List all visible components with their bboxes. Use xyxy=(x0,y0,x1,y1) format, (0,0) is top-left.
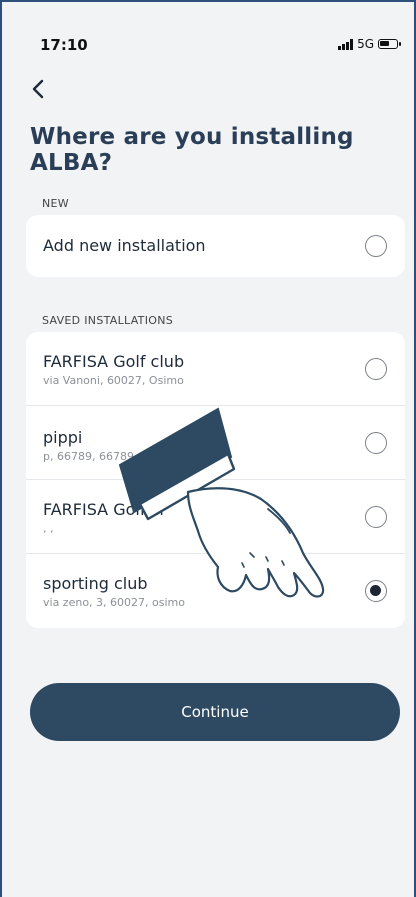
radio-button-selected[interactable] xyxy=(365,580,387,602)
app-screen: 17:10 5G Where are you installing ALBA? … xyxy=(0,0,416,897)
network-label: 5G xyxy=(357,37,374,51)
installation-address: via zeno, 3, 60027, osimo xyxy=(43,596,185,609)
installation-name: pippi xyxy=(43,428,83,447)
section-label-saved: SAVED INSTALLATIONS xyxy=(42,314,174,327)
installation-address: via Vanoni, 60027, Osimo xyxy=(43,374,184,387)
installation-row[interactable]: FARFISA Golf cl , , xyxy=(26,480,405,554)
back-button[interactable] xyxy=(26,76,52,102)
installation-name: FARFISA Golf club xyxy=(43,352,185,371)
radio-button[interactable] xyxy=(365,432,387,454)
installation-name: FARFISA Golf cl xyxy=(43,500,164,519)
installation-row[interactable]: pippi p, 66789, 66789 xyxy=(26,406,405,480)
section-label-new: NEW xyxy=(42,197,69,210)
radio-button[interactable] xyxy=(365,358,387,380)
radio-button[interactable] xyxy=(365,235,387,257)
page-title: Where are you installing ALBA? xyxy=(30,124,354,176)
status-time: 17:10 xyxy=(40,36,88,54)
battery-icon xyxy=(378,39,401,49)
installation-row[interactable]: FARFISA Golf club via Vanoni, 60027, Osi… xyxy=(26,332,405,406)
installation-name: sporting club xyxy=(43,574,148,593)
status-indicators: 5G xyxy=(338,37,401,51)
add-new-installation-row[interactable]: Add new installation xyxy=(26,215,405,277)
row-name: Add new installation xyxy=(43,236,206,255)
continue-button[interactable]: Continue xyxy=(30,683,400,741)
installation-row[interactable]: sporting club via zeno, 3, 60027, osimo xyxy=(26,554,405,628)
status-bar: 17:10 5G xyxy=(2,2,414,62)
chevron-left-icon xyxy=(32,79,44,99)
saved-installations-card: FARFISA Golf club via Vanoni, 60027, Osi… xyxy=(26,332,405,628)
installation-address: p, 66789, 66789 xyxy=(43,450,134,463)
new-installation-card: Add new installation xyxy=(26,215,405,277)
signal-icon xyxy=(338,38,354,50)
installation-address: , , xyxy=(43,522,54,535)
radio-button[interactable] xyxy=(365,506,387,528)
